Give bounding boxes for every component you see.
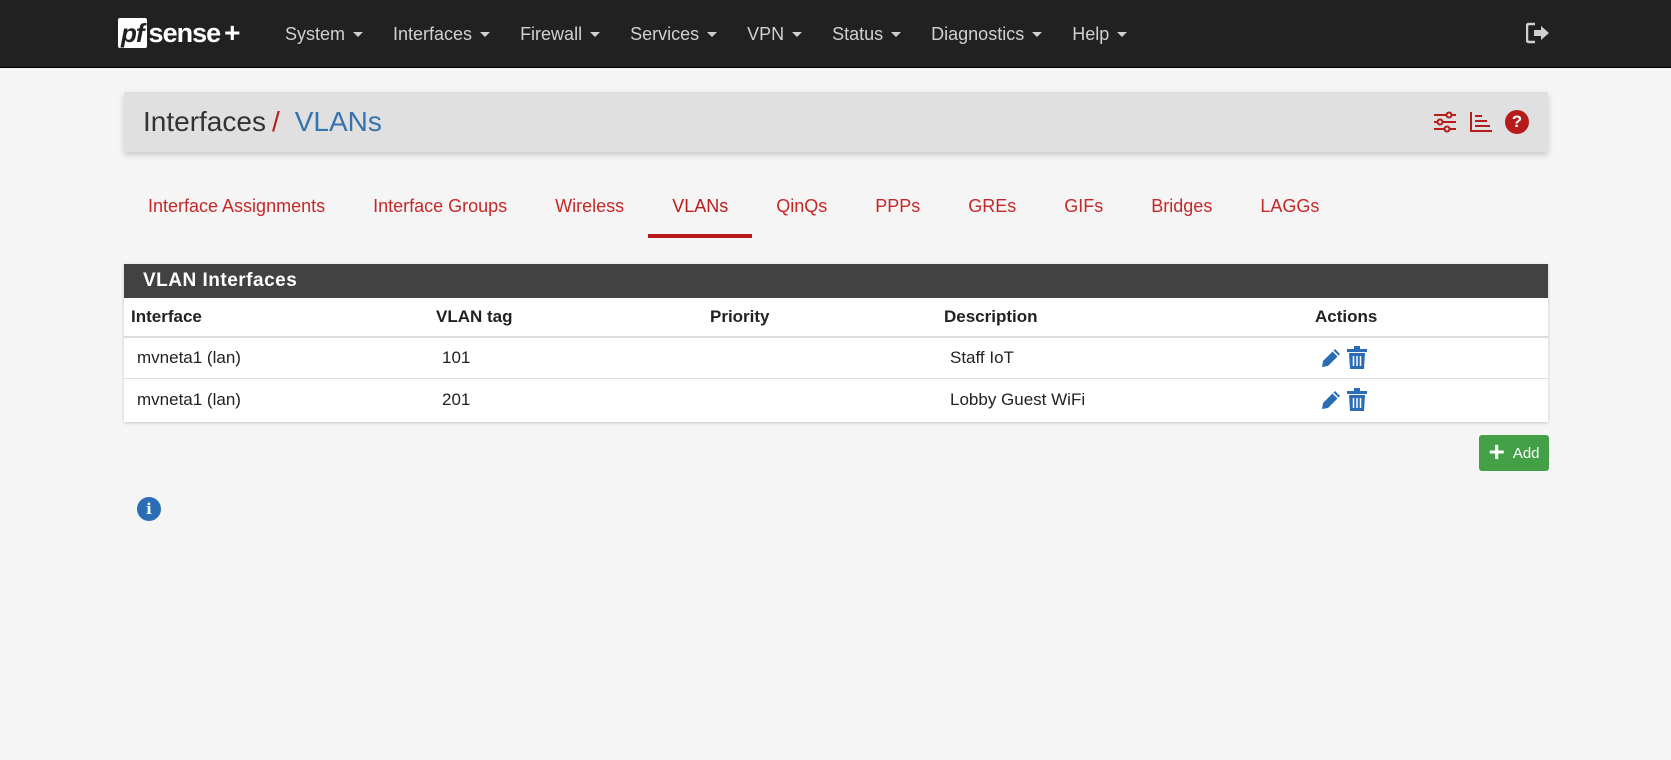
column-actions: Actions	[1315, 307, 1378, 326]
column-priority[interactable]: Priority	[710, 307, 770, 327]
question-circle-icon[interactable]: ?	[1504, 109, 1530, 135]
caret-down-icon	[590, 31, 601, 37]
tab-qinqs[interactable]: QinQs	[752, 186, 851, 238]
nav-vpn[interactable]: VPN	[732, 24, 817, 45]
add-vlan-button[interactable]: + Add	[1479, 435, 1549, 471]
nav-firewall-label: Firewall	[520, 23, 583, 44]
table-row: mvneta1 (lan) 101 Staff IoT	[124, 338, 1548, 379]
breadcrumb-separator: /	[271, 106, 280, 137]
tab-gifs[interactable]: GIFs	[1040, 186, 1127, 238]
caret-down-icon	[353, 31, 364, 37]
tab-wireless[interactable]: Wireless	[531, 186, 648, 238]
breadcrumb-parent[interactable]: Interfaces	[143, 106, 266, 138]
caret-down-icon	[891, 31, 902, 37]
sliders-icon[interactable]	[1432, 109, 1458, 135]
nav-help[interactable]: Help	[1057, 24, 1142, 45]
caret-down-icon	[707, 31, 718, 37]
panel-title: VLAN Interfaces	[124, 264, 1548, 298]
breadcrumb-current[interactable]: VLANs	[295, 106, 382, 138]
tab-ppps[interactable]: PPPs	[851, 186, 944, 238]
nav-help-label: Help	[1072, 23, 1110, 44]
nav-services[interactable]: Services	[615, 24, 732, 45]
row-description: Staff IoT	[950, 348, 1014, 367]
nav-interfaces[interactable]: Interfaces	[378, 24, 505, 45]
logo-pf: pf	[118, 18, 147, 48]
nav-diagnostics-label: Diagnostics	[931, 23, 1025, 44]
column-description[interactable]: Description	[944, 307, 1038, 327]
interface-tabs: Interface Assignments Interface Groups W…	[124, 186, 1343, 238]
tab-vlans[interactable]: VLANs	[648, 186, 753, 238]
tab-interface-assignments[interactable]: Interface Assignments	[124, 186, 349, 238]
breadcrumb-bar: Interfaces / VLANs ?	[124, 92, 1548, 152]
plus-icon: +	[1488, 435, 1505, 467]
trash-icon[interactable]	[1346, 387, 1368, 412]
info-circle-icon[interactable]: i	[137, 497, 161, 521]
row-interface: mvneta1 (lan)	[137, 348, 241, 367]
trash-icon[interactable]	[1346, 346, 1368, 370]
nav-status-label: Status	[832, 23, 884, 44]
nav-diagnostics[interactable]: Diagnostics	[916, 24, 1057, 45]
logo-plus: +	[224, 17, 240, 48]
pfsense-logo[interactable]: pf sense +	[118, 16, 240, 50]
main-menu: System Interfaces Firewall Services VPN …	[270, 0, 1142, 68]
nav-firewall[interactable]: Firewall	[505, 24, 615, 45]
nav-system[interactable]: System	[270, 24, 378, 45]
table-row: mvneta1 (lan) 201 Lobby Guest WiFi	[124, 379, 1548, 420]
column-vlan-tag[interactable]: VLAN tag	[436, 307, 513, 327]
nav-services-label: Services	[630, 23, 700, 44]
sign-out-icon[interactable]	[1525, 22, 1552, 44]
help-glyph: ?	[1505, 110, 1529, 134]
row-vlan-tag: 201	[442, 389, 471, 409]
table-header: Interface VLAN tag Priority Description …	[124, 298, 1548, 338]
breadcrumb: Interfaces / VLANs	[124, 106, 382, 138]
bar-chart-icon[interactable]	[1468, 109, 1494, 135]
caret-down-icon	[792, 31, 803, 37]
add-button-label: Add	[1512, 444, 1540, 462]
column-interface[interactable]: Interface	[131, 307, 202, 327]
tab-bridges[interactable]: Bridges	[1127, 186, 1236, 238]
caret-down-icon	[480, 31, 491, 37]
caret-down-icon	[1032, 31, 1043, 37]
tab-laggs[interactable]: LAGGs	[1236, 186, 1343, 238]
vlan-interfaces-panel: VLAN Interfaces Interface VLAN tag Prior…	[124, 264, 1548, 422]
row-interface: mvneta1 (lan)	[137, 389, 241, 409]
row-actions	[1320, 387, 1368, 412]
pencil-icon[interactable]	[1320, 346, 1342, 370]
row-vlan-tag: 101	[442, 348, 471, 367]
nav-interfaces-label: Interfaces	[393, 23, 473, 44]
row-actions	[1320, 346, 1368, 370]
nav-vpn-label: VPN	[747, 23, 785, 44]
tab-gres[interactable]: GREs	[944, 186, 1040, 238]
breadcrumb-actions: ?	[1432, 109, 1530, 135]
caret-down-icon	[1117, 31, 1128, 37]
nav-status[interactable]: Status	[817, 24, 916, 45]
pencil-icon[interactable]	[1320, 388, 1342, 412]
nav-system-label: System	[285, 23, 346, 44]
top-navbar: pf sense + System Interfaces Firewall Serv…	[0, 0, 1671, 68]
logo-name: sense	[148, 17, 222, 48]
tab-interface-groups[interactable]: Interface Groups	[349, 186, 531, 238]
row-description: Lobby Guest WiFi	[950, 389, 1086, 409]
